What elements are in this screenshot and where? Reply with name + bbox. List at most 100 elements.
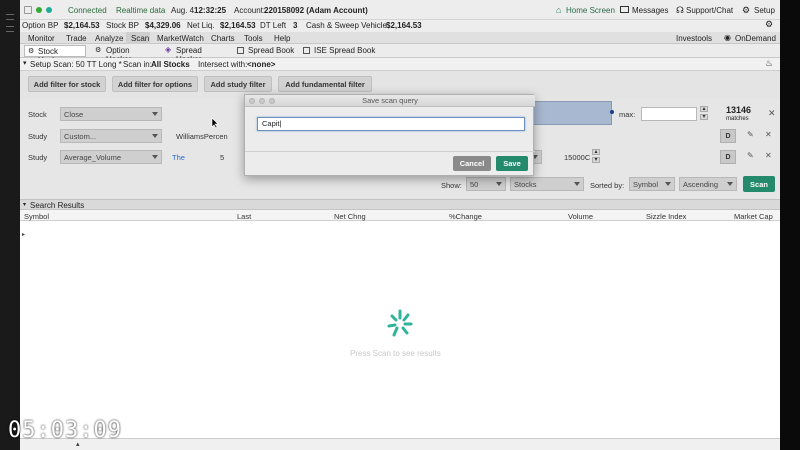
setup-scan-selector[interactable]: Setup Scan: 50 TT Long *: [30, 60, 122, 69]
ondemand-link[interactable]: OnDemand: [735, 34, 776, 43]
date-label: Aug. 4: [171, 6, 195, 15]
value-increment-button[interactable]: ▴: [592, 149, 600, 155]
tab-ise-spread-book[interactable]: ISE Spread Book: [300, 45, 380, 57]
setup-scan-bar: ▾ Setup Scan: 50 TT Long * Scan in: All …: [20, 58, 780, 71]
pencil-icon[interactable]: ✎: [747, 151, 754, 160]
mouse-cursor-icon: [211, 117, 219, 129]
account-selector[interactable]: 220158092 (Adam Account): [264, 6, 368, 15]
value-decrement-button[interactable]: ▾: [592, 157, 600, 163]
option-hacker-icon: ⚙: [95, 47, 102, 54]
select-value: 50: [470, 179, 479, 189]
chevron-down-icon: [727, 182, 733, 186]
max-increment-button[interactable]: ▴: [700, 106, 708, 112]
show-type-select[interactable]: Stocks: [510, 177, 584, 191]
add-filter-stock-button[interactable]: Add filter for stock: [28, 76, 106, 92]
cash-sweep-label: Cash & Sweep Vehicle: [306, 21, 387, 30]
spread-hacker-icon: ◈: [165, 45, 172, 54]
filter-row1-select[interactable]: Close: [60, 107, 162, 121]
menu-help[interactable]: Help: [274, 34, 290, 43]
menu-trade[interactable]: Trade: [66, 34, 87, 43]
matches-count: 13146: [726, 105, 752, 115]
menu-charts[interactable]: Charts: [211, 34, 235, 43]
tab-label: Spread Book: [248, 46, 295, 55]
setup-link[interactable]: Setup: [754, 6, 775, 15]
search-results-header: ▾ Search Results: [20, 199, 780, 210]
filter-row2-d-button[interactable]: D: [720, 129, 736, 143]
menu-marketwatch[interactable]: MarketWatch: [157, 34, 204, 43]
stock-bp-label: Stock BP: [106, 21, 139, 30]
add-study-filter-button[interactable]: Add study filter: [204, 76, 272, 92]
home-screen-link[interactable]: Home Screen: [566, 6, 615, 15]
close-icon[interactable]: ✕: [768, 108, 776, 119]
window-close-dot-icon[interactable]: [249, 98, 255, 104]
chevron-down-icon: [574, 182, 580, 186]
save-button[interactable]: Save: [496, 156, 528, 171]
menu-scan[interactable]: Scan: [131, 34, 149, 43]
sort-field-select[interactable]: Symbol: [629, 177, 675, 191]
dialog-divider: [245, 151, 535, 152]
chevron-down-icon[interactable]: ▾: [23, 59, 27, 67]
filter-row3-select[interactable]: Average_Volume: [60, 150, 162, 164]
filter-row3-value[interactable]: 15000C: [564, 153, 590, 162]
grip-icon: [6, 26, 14, 32]
filter-row2-select[interactable]: Custom...: [60, 129, 162, 143]
study-name-label: WilliamsPercen: [176, 132, 228, 141]
max-decrement-button[interactable]: ▾: [700, 114, 708, 120]
grid-icon[interactable]: [24, 6, 32, 14]
scan-name-input[interactable]: Capit|: [257, 117, 525, 131]
gear-icon[interactable]: ⚙: [742, 5, 750, 16]
tab-label: ISE Spread Book: [314, 46, 376, 55]
filter-row2-label: Study: [28, 132, 48, 141]
window-minimize-dot-icon[interactable]: [259, 98, 265, 104]
window-zoom-dot-icon[interactable]: [269, 98, 275, 104]
envelope-icon[interactable]: [620, 6, 629, 13]
select-value: Custom...: [64, 131, 97, 141]
support-chat-link[interactable]: Support/Chat: [686, 6, 733, 15]
chevron-down-icon[interactable]: ▾: [23, 201, 26, 208]
matches-label: matches: [726, 116, 749, 122]
pencil-icon[interactable]: ✎: [747, 130, 754, 139]
column-sizzle-index[interactable]: Sizzle Index: [646, 212, 686, 221]
study-link[interactable]: The: [172, 153, 185, 162]
messages-link[interactable]: Messages: [632, 6, 668, 15]
account-label: Account:: [234, 6, 266, 15]
menu-analyze[interactable]: Analyze: [95, 34, 123, 43]
chevron-down-icon: [152, 155, 158, 159]
settings-gear-icon[interactable]: ⚙: [765, 19, 773, 30]
tab-stock-hacker[interactable]: ⚙ Stock Hacker: [24, 45, 86, 65]
home-icon[interactable]: ⌂: [556, 5, 561, 15]
close-icon[interactable]: ✕: [765, 130, 772, 139]
column-last[interactable]: Last: [237, 212, 251, 221]
column-volume[interactable]: Volume: [568, 212, 593, 221]
column-net-chng[interactable]: Net Chng: [334, 212, 366, 221]
menu-monitor[interactable]: Monitor: [28, 34, 55, 43]
add-fundamental-filter-button[interactable]: Add fundamental filter: [278, 76, 372, 92]
investools-link[interactable]: Investools: [676, 34, 712, 43]
close-icon[interactable]: ✕: [765, 151, 772, 160]
show-label: Show:: [441, 181, 462, 190]
select-value: Symbol: [633, 179, 659, 189]
add-filter-options-button[interactable]: Add filter for options: [112, 76, 198, 92]
column-market-cap[interactable]: Market Cap: [734, 212, 773, 221]
tab-spread-book[interactable]: Spread Book: [234, 45, 296, 57]
ondemand-icon[interactable]: ◉: [724, 33, 731, 42]
headset-icon[interactable]: ☊: [676, 5, 684, 16]
slider-handle-icon[interactable]: [610, 110, 614, 114]
flame-icon[interactable]: ♨: [765, 58, 773, 69]
show-count-select[interactable]: 50: [466, 177, 506, 191]
menu-tools[interactable]: Tools: [244, 34, 263, 43]
net-liq-label: Net Liq.: [187, 21, 215, 30]
column-symbol[interactable]: Symbol: [24, 212, 49, 221]
intersect-selector[interactable]: <none>: [247, 60, 275, 69]
tab-spread-hacker[interactable]: ◈ Spread Hacker: [162, 45, 228, 64]
scan-in-selector[interactable]: All Stocks: [151, 60, 190, 69]
column-percent-change[interactable]: %Change: [449, 212, 482, 221]
cancel-button[interactable]: Cancel: [453, 156, 491, 171]
filter-row3-d-button[interactable]: D: [720, 150, 736, 164]
max-input[interactable]: [641, 107, 697, 121]
grip-icon: [6, 14, 14, 20]
tab-option-hacker[interactable]: ⚙ Option Hacker: [92, 45, 154, 64]
sort-order-select[interactable]: Ascending: [679, 177, 737, 191]
scan-button[interactable]: Scan: [743, 176, 775, 192]
expand-icon[interactable]: ▸: [22, 231, 25, 238]
